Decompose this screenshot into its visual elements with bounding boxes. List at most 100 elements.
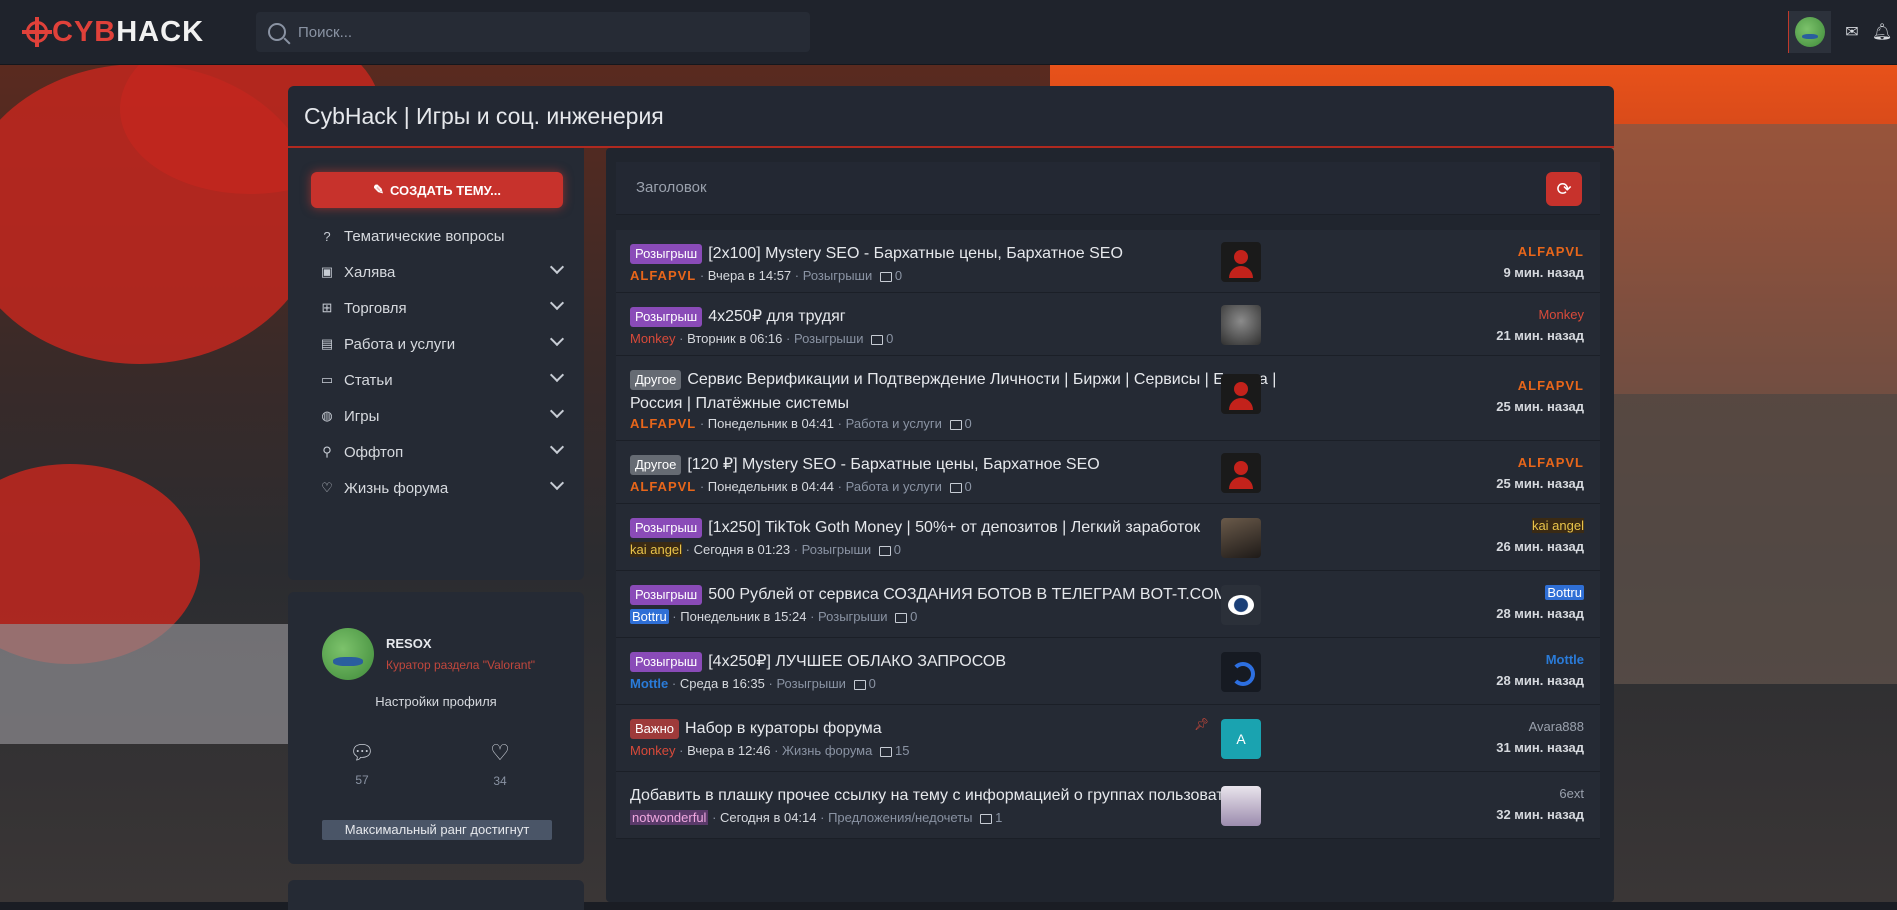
letter-a-avatar[interactable]: A	[1221, 719, 1261, 759]
anime-avatar[interactable]	[1221, 786, 1261, 826]
thread-row[interactable]: Розыгрыш [1x250] TikTok Goth Money | 50%+…	[616, 504, 1600, 571]
thread-date[interactable]: Понедельник в 04:41	[708, 416, 834, 431]
last-post-user[interactable]: Mottle	[1546, 652, 1584, 667]
last-post-user[interactable]: Avara888	[1529, 719, 1584, 734]
user-avatar-button[interactable]	[1788, 11, 1831, 53]
thread-author[interactable]: kai angel	[630, 542, 683, 557]
last-post-user[interactable]: Bottru	[1545, 585, 1584, 600]
thread-date[interactable]: Вторник в 06:16	[687, 331, 782, 346]
thread-author[interactable]: Mottle	[630, 676, 668, 691]
thread-author[interactable]: ALFAPVL	[630, 479, 696, 494]
last-post-user[interactable]: ALFAPVL	[1518, 455, 1584, 470]
last-post-user[interactable]: kai angel	[1531, 518, 1584, 533]
profile-settings-link[interactable]: Настройки профиля	[288, 694, 584, 709]
avatar[interactable]	[322, 628, 374, 680]
last-post-time[interactable]: 26 мин. назад	[1496, 539, 1584, 554]
last-post-user[interactable]: 6ext	[1559, 786, 1584, 801]
thread-date[interactable]: Вчера в 14:57	[708, 268, 791, 283]
thread-date[interactable]: Сегодня в 04:14	[720, 810, 816, 825]
thread-title-text[interactable]: 500 Рублей от сервиса СОЗДАНИЯ БОТОВ В Т…	[708, 586, 1227, 603]
last-post-time[interactable]: 28 мин. назад	[1496, 673, 1584, 688]
thread-author[interactable]: Bottru	[630, 609, 669, 624]
thread-date[interactable]: Понедельник в 04:44	[708, 479, 834, 494]
thread-title-text[interactable]: 4x250₽ для трудяг	[708, 308, 845, 325]
thread-author[interactable]: ALFAPVL	[630, 416, 696, 431]
last-post-time[interactable]: 21 мин. назад	[1496, 328, 1584, 343]
thread-forum[interactable]: Розыгрыши	[803, 268, 873, 283]
thread-title-text[interactable]: [120 ₽] Mystery SEO - Бархатные цены, Ба…	[687, 456, 1099, 473]
refresh-button[interactable]: ⟳	[1546, 172, 1582, 206]
bell-icon[interactable]: 🔔︎	[1867, 17, 1897, 47]
last-post-time[interactable]: 25 мин. назад	[1496, 399, 1584, 414]
thread-forum[interactable]: Работа и услуги	[846, 416, 942, 431]
thread-row[interactable]: Розыгрыш 4x250₽ для трудяг Monkey · Вторн…	[616, 293, 1600, 356]
sidebar-item-offtopic[interactable]: ⚲ Оффтоп	[318, 439, 572, 464]
last-post-user[interactable]: ALFAPVL	[1518, 244, 1584, 259]
red-user-avatar[interactable]	[1221, 374, 1261, 414]
thread-date[interactable]: Среда в 16:35	[680, 676, 765, 691]
search-input[interactable]	[296, 22, 800, 42]
mottle-avatar[interactable]	[1221, 652, 1261, 692]
last-post-user[interactable]: Monkey	[1538, 307, 1584, 322]
thread-prefix[interactable]: Розыгрыш	[630, 652, 703, 672]
sidebar-item-work[interactable]: ▤ Работа и услуги	[318, 331, 572, 356]
profile-username[interactable]: RESOX	[386, 636, 432, 651]
thread-title-text[interactable]: [1x250] TikTok Goth Money | 50%+ от депо…	[708, 519, 1200, 536]
last-post-time[interactable]: 28 мин. назад	[1496, 606, 1584, 621]
thread-forum[interactable]: Розыгрыши	[794, 331, 864, 346]
create-thread-button[interactable]: ✎ СОЗДАТЬ ТЕМУ...	[311, 172, 563, 208]
last-post-time[interactable]: 9 мин. назад	[1503, 265, 1584, 280]
thread-title-text[interactable]: Добавить в плашку прочее ссылку на тему …	[630, 787, 1259, 804]
thread-forum[interactable]: Розыгрыши	[802, 542, 872, 557]
thread-row[interactable]: Добавить в плашку прочее ссылку на тему …	[616, 772, 1600, 839]
thread-date[interactable]: Вчера в 12:46	[687, 743, 770, 758]
sidebar-item-articles[interactable]: ▭ Статьи	[318, 367, 572, 392]
sidebar-item-trading[interactable]: ⊞ Торговля	[318, 295, 572, 320]
thread-author[interactable]: Monkey	[630, 331, 676, 346]
thread-title-text[interactable]: [2x100] Mystery SEO - Бархатные цены, Ба…	[708, 245, 1123, 262]
messages-stat[interactable]: 💬︎ 57	[332, 740, 392, 787]
last-post-time[interactable]: 32 мин. назад	[1496, 807, 1584, 822]
chevron-down-icon[interactable]	[549, 367, 565, 383]
thread-forum[interactable]: Жизнь форума	[782, 743, 872, 758]
thread-prefix[interactable]: Важно	[630, 719, 680, 739]
thread-prefix[interactable]: Другое	[630, 455, 682, 475]
thread-forum[interactable]: Розыгрыши	[776, 676, 846, 691]
gorilla-avatar[interactable]	[1221, 305, 1261, 345]
red-user-avatar[interactable]	[1221, 242, 1261, 282]
sidebar-item-games[interactable]: ◍ Игры	[318, 403, 572, 428]
last-post-user[interactable]: ALFAPVL	[1518, 378, 1584, 393]
thread-row[interactable]: Розыгрыш [2x100] Mystery SEO - Бархатные …	[616, 230, 1600, 293]
thread-row[interactable]: Другое [120 ₽] Mystery SEO - Бархатные це…	[616, 441, 1600, 504]
thread-prefix[interactable]: Розыгрыш	[630, 307, 703, 327]
chevron-down-icon[interactable]	[549, 475, 565, 491]
chevron-down-icon[interactable]	[549, 259, 565, 275]
sidebar-item-forum-life[interactable]: ♡ Жизнь форума	[318, 475, 572, 500]
thread-row[interactable]: Розыгрыш [4x250₽] ЛУЧШЕЕ ОБЛАКО ЗАПРОСОВ …	[616, 638, 1600, 705]
thread-prefix[interactable]: Другое	[630, 370, 682, 390]
thread-row[interactable]: Розыгрыш 500 Рублей от сервиса СОЗДАНИЯ Б…	[616, 571, 1600, 638]
bot-avatar[interactable]	[1221, 585, 1261, 625]
thread-prefix[interactable]: Розыгрыш	[630, 518, 703, 538]
envelope-icon[interactable]: ✉	[1837, 17, 1867, 47]
thread-date[interactable]: Сегодня в 01:23	[694, 542, 790, 557]
kai-avatar[interactable]	[1221, 518, 1261, 558]
chevron-down-icon[interactable]	[549, 331, 565, 347]
search-bar[interactable]	[256, 12, 810, 52]
thread-title-text[interactable]: [4x250₽] ЛУЧШЕЕ ОБЛАКО ЗАПРОСОВ	[708, 653, 1006, 670]
thread-forum[interactable]: Розыгрыши	[818, 609, 888, 624]
thread-author[interactable]: notwonderful	[630, 810, 709, 825]
chevron-down-icon[interactable]	[549, 403, 565, 419]
thread-author[interactable]: ALFAPVL	[630, 268, 696, 283]
thread-row[interactable]: Важно Набор в кураторы форума Monkey · Вч…	[616, 705, 1600, 772]
thread-prefix[interactable]: Розыгрыш	[630, 244, 703, 264]
site-logo[interactable]: CYB HACK	[22, 16, 204, 48]
thread-row[interactable]: Другое Сервис Верификации и Подтверждение…	[616, 356, 1600, 441]
last-post-time[interactable]: 31 мин. назад	[1496, 740, 1584, 755]
chevron-down-icon[interactable]	[549, 439, 565, 455]
last-post-time[interactable]: 25 мин. назад	[1496, 476, 1584, 491]
thread-author[interactable]: Monkey	[630, 743, 676, 758]
thread-title-text[interactable]: Сервис Верификации и Подтверждение Лично…	[630, 371, 1276, 412]
chevron-down-icon[interactable]	[549, 295, 565, 311]
thread-forum[interactable]: Предложения/недочеты	[828, 810, 972, 825]
